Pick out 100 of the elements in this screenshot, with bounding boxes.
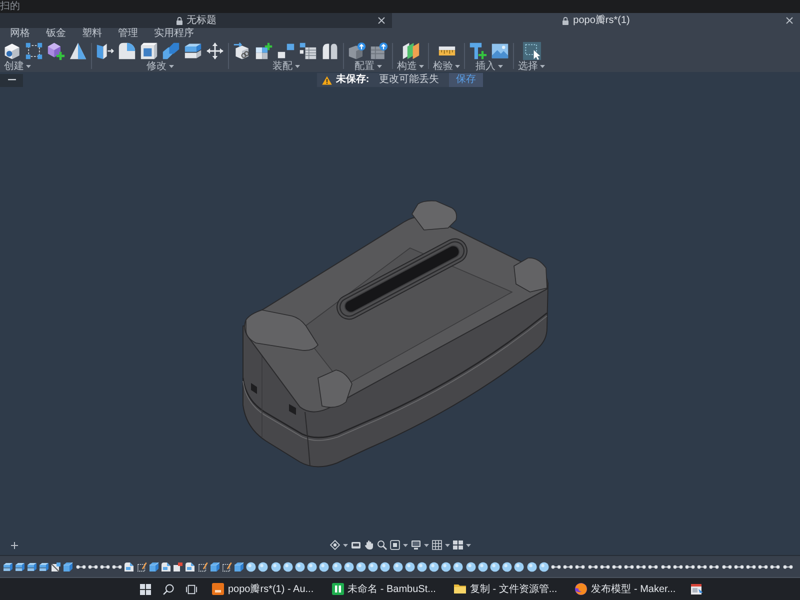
app-window-icon[interactable]	[690, 583, 703, 595]
group-dropdown[interactable]: 配置	[354, 61, 382, 72]
sphere-icon[interactable]	[282, 562, 293, 572]
sphere-icon[interactable]	[356, 562, 366, 572]
diamond-icon[interactable]	[330, 540, 340, 550]
pyramid-icon[interactable]	[69, 42, 87, 60]
sphere-icon[interactable]	[404, 562, 415, 572]
stacked-plates-icon[interactable]	[14, 562, 25, 572]
sphere-icon[interactable]	[368, 562, 378, 572]
image-icon[interactable]	[491, 42, 509, 60]
rounded-body-icon[interactable]	[124, 562, 134, 572]
cube-icon[interactable]	[234, 562, 244, 572]
four-panes-icon[interactable]	[452, 540, 462, 550]
panel-arrow-icon[interactable]	[96, 42, 114, 60]
sphere-icon[interactable]	[380, 562, 390, 572]
ribbon-tab[interactable]: 钣金	[46, 28, 66, 40]
cube-icon[interactable]	[63, 562, 74, 572]
close-icon[interactable]	[786, 17, 793, 24]
planes-icon[interactable]	[402, 42, 420, 60]
screen-box-icon[interactable]	[350, 540, 360, 550]
stepped-blocks-icon[interactable]	[162, 42, 180, 60]
hand-icon[interactable]	[364, 540, 374, 550]
group-dropdown[interactable]: 插入	[476, 61, 502, 72]
grid-icon[interactable]	[432, 540, 442, 550]
sphere-icon[interactable]	[416, 562, 427, 572]
component-link-icon[interactable]	[233, 42, 251, 60]
sphere-icon[interactable]	[319, 562, 330, 572]
sphere-icon[interactable]	[295, 562, 305, 572]
caret-icon[interactable]	[402, 544, 408, 546]
monitor-icon[interactable]	[410, 540, 420, 550]
sphere-icon[interactable]	[466, 562, 476, 572]
cube-badge-icon[interactable]	[348, 42, 366, 60]
group-dropdown[interactable]: 创建	[4, 61, 31, 72]
sphere-icon[interactable]	[307, 562, 318, 572]
rounded-body-icon[interactable]	[185, 562, 196, 572]
cube-plus-icon[interactable]	[47, 42, 65, 60]
table-badge-icon[interactable]	[370, 42, 388, 60]
sphere-icon[interactable]	[441, 562, 452, 572]
ribbon-tab[interactable]: 实用程序	[154, 28, 194, 40]
sphere-icon[interactable]	[344, 562, 354, 572]
sphere-icon[interactable]	[392, 562, 402, 572]
group-dropdown[interactable]: 修改	[146, 61, 174, 72]
caret-icon[interactable]	[466, 544, 470, 546]
task-view-icon[interactable]	[186, 584, 197, 594]
group-dropdown[interactable]: 装配	[272, 61, 300, 72]
select-window-icon[interactable]	[522, 42, 540, 60]
marked-body-icon[interactable]	[173, 562, 184, 572]
stacked-plates-icon[interactable]	[26, 562, 37, 572]
plus-icon[interactable]	[11, 542, 18, 548]
ribbon-tab[interactable]: 塑料	[82, 28, 102, 40]
zoom-icon[interactable]	[376, 540, 386, 550]
sphere-icon[interactable]	[332, 562, 342, 572]
caret-icon[interactable]	[444, 544, 450, 546]
taskbar-app-button[interactable]: popo瓣rs*(1) - Au...	[209, 580, 317, 598]
sketch-icon[interactable]	[25, 42, 43, 60]
split-body-icon[interactable]	[51, 562, 62, 572]
move-arrows-icon[interactable]	[206, 42, 224, 60]
sketch-icon[interactable]	[136, 562, 147, 572]
offset-blocks-icon[interactable]	[277, 42, 295, 60]
fillet-icon[interactable]	[118, 42, 136, 60]
taskbar-app-button[interactable]: 发布模型 - Maker...	[572, 580, 679, 598]
group-dropdown[interactable]: 检验	[433, 61, 460, 72]
caret-icon[interactable]	[424, 544, 428, 546]
stacked-plates-icon[interactable]	[2, 562, 12, 572]
rounded-body-icon[interactable]	[160, 562, 171, 572]
taskbar-app-button[interactable]: 未命名 - BambuSt...	[328, 580, 439, 598]
group-dropdown[interactable]: 选择	[518, 61, 545, 72]
ribbon-tab[interactable]: 网格	[10, 28, 30, 40]
cube-icon[interactable]	[148, 562, 159, 572]
sphere-icon[interactable]	[502, 562, 512, 572]
sphere-icon[interactable]	[453, 562, 464, 572]
sphere-icon[interactable]	[429, 562, 440, 572]
sphere-icon[interactable]	[478, 562, 488, 572]
sketch-icon[interactable]	[222, 562, 232, 572]
sphere-icon[interactable]	[246, 562, 256, 572]
sphere-icon[interactable]	[526, 562, 537, 572]
curved-plates-icon[interactable]	[321, 42, 339, 60]
square-frame-icon[interactable]	[390, 540, 400, 550]
stacked-plates-icon[interactable]	[39, 562, 50, 572]
sphere-icon[interactable]	[538, 562, 549, 572]
cube-icon[interactable]	[210, 562, 220, 572]
close-icon[interactable]	[378, 17, 385, 24]
caret-icon[interactable]	[342, 544, 348, 546]
ribbon-tab[interactable]: 管理	[118, 28, 138, 40]
sketch-icon[interactable]	[198, 562, 208, 572]
sphere-icon[interactable]	[270, 562, 281, 572]
table-list-icon[interactable]	[299, 42, 317, 60]
document-tab[interactable]: 无标题	[0, 13, 392, 28]
start-icon[interactable]	[140, 584, 151, 594]
sphere-icon[interactable]	[514, 562, 524, 572]
sphere-icon[interactable]	[490, 562, 500, 572]
blocks-plus-icon[interactable]	[255, 42, 273, 60]
stacked-slabs-icon[interactable]	[184, 42, 202, 60]
sphere-icon[interactable]	[258, 562, 268, 572]
taskbar-app-button[interactable]: 复制 - 文件资源管...	[450, 580, 560, 598]
shell-box-icon[interactable]	[140, 42, 158, 60]
search-icon[interactable]	[163, 584, 174, 594]
panel-toggle-button[interactable]	[0, 74, 23, 86]
text-plus-icon[interactable]	[469, 42, 487, 60]
cube-icon[interactable]	[3, 42, 21, 60]
